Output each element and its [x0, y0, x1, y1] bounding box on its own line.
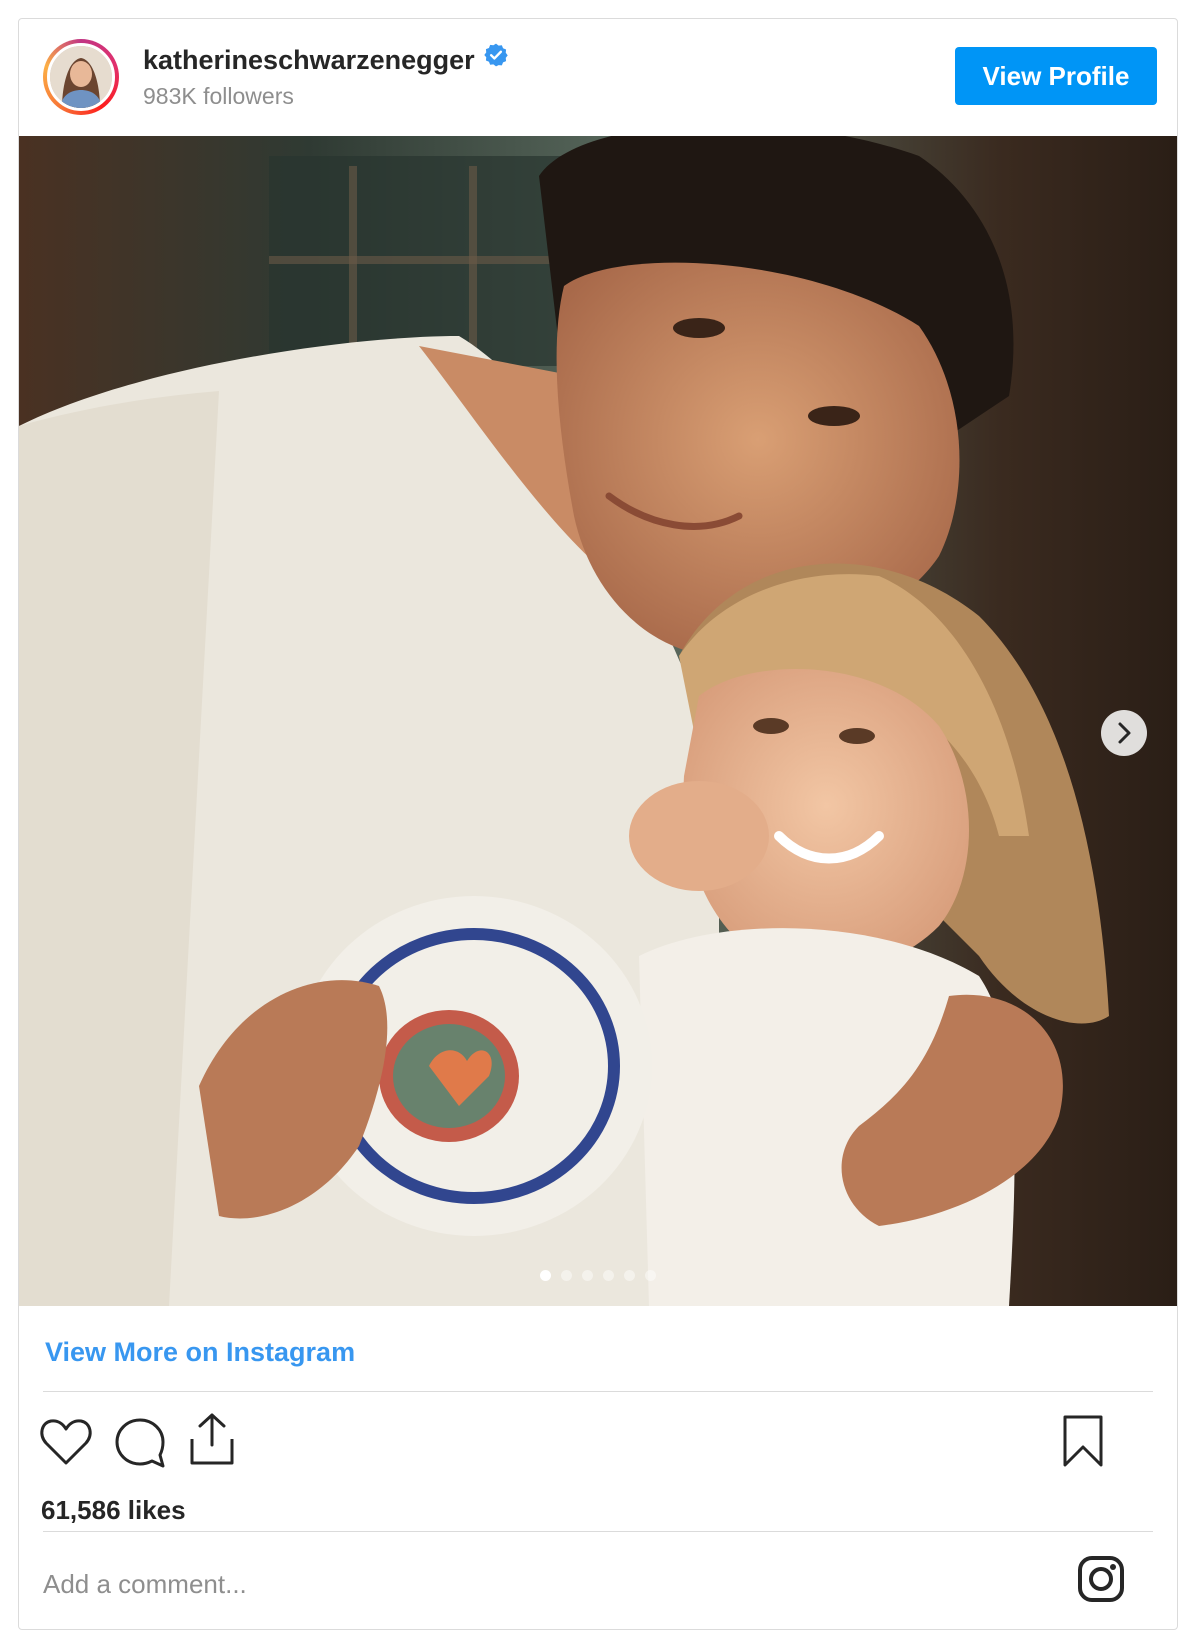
username-text[interactable]: katherineschwarzenegger: [143, 45, 475, 75]
carousel-indicator: [19, 1270, 1177, 1281]
divider: [43, 1391, 1153, 1392]
verified-badge-icon: [483, 42, 509, 75]
carousel-next-button[interactable]: [1101, 710, 1147, 756]
heart-icon[interactable]: [39, 1417, 93, 1472]
instagram-embed-card: katherineschwarzenegger 983K followers V…: [18, 18, 1178, 1630]
avatar-photo: [50, 46, 112, 108]
carousel-dot: [603, 1270, 614, 1281]
post-image: [19, 136, 1177, 1306]
carousel-dot: [624, 1270, 635, 1281]
view-profile-button[interactable]: View Profile: [955, 47, 1157, 105]
carousel-dot: [645, 1270, 656, 1281]
instagram-icon[interactable]: [1077, 1555, 1125, 1608]
post-photo[interactable]: [19, 136, 1177, 1306]
comment-icon[interactable]: [113, 1415, 167, 1474]
follower-count: 983K followers: [143, 83, 294, 109]
post-header: katherineschwarzenegger 983K followers V…: [19, 19, 1177, 136]
avatar-story-ring[interactable]: [43, 39, 119, 115]
share-icon[interactable]: [187, 1411, 237, 1472]
like-count: 61,586 likes: [41, 1495, 186, 1525]
carousel-dot: [561, 1270, 572, 1281]
carousel-dot: [582, 1270, 593, 1281]
bookmark-icon[interactable]: [1061, 1413, 1105, 1474]
avatar[interactable]: [47, 43, 115, 111]
chevron-right-icon: [1118, 722, 1131, 744]
view-more-link[interactable]: View More on Instagram: [45, 1337, 355, 1368]
username[interactable]: katherineschwarzenegger: [143, 42, 509, 76]
comment-input[interactable]: [41, 1557, 1005, 1611]
divider: [43, 1531, 1153, 1532]
carousel-dot: [540, 1270, 551, 1281]
